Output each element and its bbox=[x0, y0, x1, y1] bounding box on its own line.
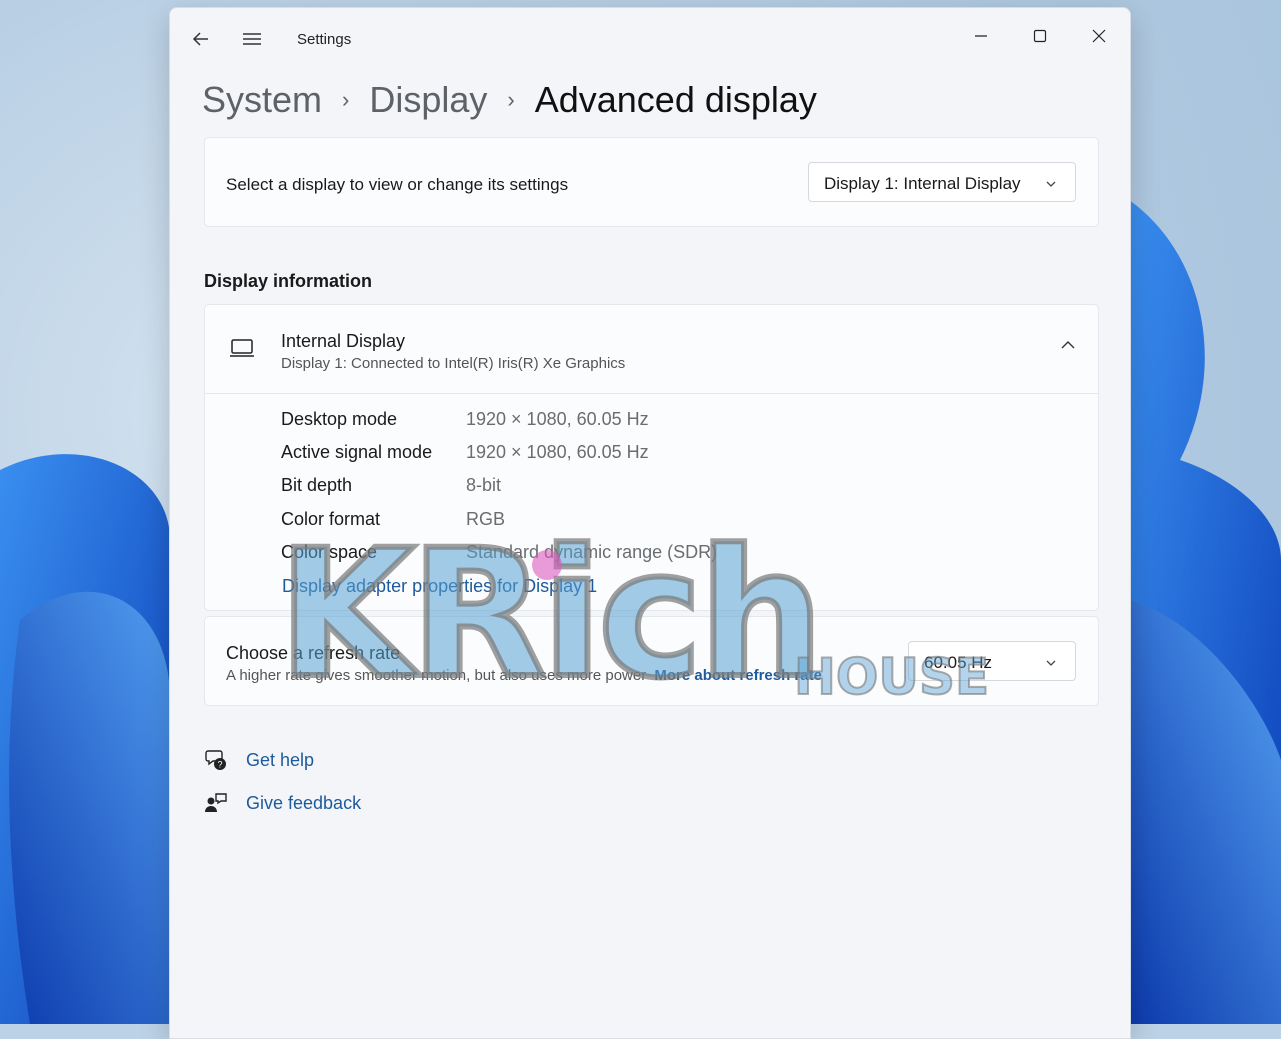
display-info-header[interactable]: Internal Display Display 1: Connected to… bbox=[205, 305, 1098, 394]
display-dropdown-value: Display 1: Internal Display bbox=[824, 174, 1021, 193]
refresh-rate-dropdown[interactable]: 60.05 Hz bbox=[908, 641, 1076, 681]
svg-text:?: ? bbox=[217, 760, 222, 770]
display-adapter-properties-link[interactable]: Display adapter properties for Display 1 bbox=[282, 576, 597, 597]
chevron-down-icon bbox=[1045, 654, 1057, 674]
display-select-card: Select a display to view or change its s… bbox=[204, 137, 1099, 227]
page-title: Advanced display bbox=[534, 79, 817, 120]
info-key: Desktop mode bbox=[281, 409, 398, 429]
get-help-link[interactable]: ? Get help bbox=[204, 748, 314, 772]
refresh-rate-dropdown-value: 60.05 Hz bbox=[924, 653, 993, 672]
info-value: Standard dynamic range (SDR) bbox=[466, 542, 718, 562]
close-button[interactable] bbox=[1070, 18, 1128, 54]
close-icon bbox=[1092, 29, 1106, 43]
maximize-button[interactable] bbox=[1011, 18, 1069, 54]
get-help-label: Get help bbox=[246, 749, 315, 770]
refresh-rate-title: Choose a refresh rate bbox=[226, 643, 401, 663]
feedback-icon bbox=[205, 793, 227, 812]
help-chat-icon: ? bbox=[205, 750, 226, 770]
breadcrumb-display[interactable]: Display bbox=[369, 79, 487, 121]
info-key: Color space bbox=[281, 542, 378, 562]
maximize-icon bbox=[1033, 29, 1047, 43]
breadcrumb: System › Display › Advanced display bbox=[202, 72, 817, 128]
display-dropdown[interactable]: Display 1: Internal Display bbox=[808, 162, 1076, 202]
laptop-icon bbox=[230, 339, 254, 357]
breadcrumb-separator: › bbox=[342, 87, 350, 112]
more-about-refresh-rate-link[interactable]: More about refresh rate bbox=[654, 667, 822, 684]
display-device-connection: Display 1: Connected to Intel(R) Iris(R)… bbox=[281, 355, 626, 372]
refresh-rate-description: A higher rate gives smoother motion, but… bbox=[226, 667, 647, 684]
chevron-up-icon[interactable] bbox=[1060, 339, 1076, 351]
hamburger-icon bbox=[243, 33, 261, 45]
breadcrumb-system[interactable]: System bbox=[202, 79, 322, 121]
give-feedback-link[interactable]: Give feedback bbox=[204, 791, 361, 815]
info-value: RGB bbox=[466, 509, 506, 529]
info-key: Color format bbox=[281, 509, 381, 529]
settings-window: Settings System › Display › Advanced dis… bbox=[169, 7, 1131, 1039]
display-information-card: Internal Display Display 1: Connected to… bbox=[204, 304, 1099, 611]
breadcrumb-separator: › bbox=[507, 87, 515, 112]
info-value: 1920 × 1080, 60.05 Hz bbox=[466, 409, 649, 429]
display-select-label: Select a display to view or change its s… bbox=[226, 175, 569, 194]
info-value: 8-bit bbox=[466, 475, 502, 495]
navigation-menu-button[interactable] bbox=[242, 30, 262, 51]
refresh-rate-card: Choose a refresh rate A higher rate give… bbox=[204, 616, 1099, 706]
refresh-rate-subtitle: A higher rate gives smoother motion, but… bbox=[226, 667, 822, 684]
title-bar: Settings bbox=[170, 8, 1130, 72]
display-device-name: Internal Display bbox=[281, 331, 406, 351]
display-information-heading: Display information bbox=[204, 271, 373, 291]
info-value: 1920 × 1080, 60.05 Hz bbox=[466, 442, 649, 462]
info-key: Active signal mode bbox=[281, 442, 433, 462]
chevron-down-icon bbox=[1045, 175, 1057, 195]
arrow-left-icon bbox=[192, 32, 208, 46]
minimize-button[interactable] bbox=[952, 18, 1010, 54]
info-key: Bit depth bbox=[281, 475, 353, 495]
window-title: Settings bbox=[297, 31, 352, 48]
minimize-icon bbox=[975, 35, 987, 37]
back-button[interactable] bbox=[192, 30, 210, 51]
give-feedback-label: Give feedback bbox=[246, 792, 362, 813]
